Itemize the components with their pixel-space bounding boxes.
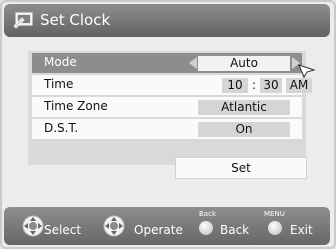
pointer-cursor-icon bbox=[298, 64, 316, 78]
mode-value[interactable]: Auto bbox=[198, 56, 290, 71]
button-guide-bar: Select Operate Back Back MENU Exit bbox=[4, 207, 330, 245]
setting-row-time[interactable]: Time 10 : 30 AM bbox=[32, 75, 312, 95]
setting-label: Time Zone bbox=[44, 99, 108, 113]
guide-label: Select bbox=[44, 223, 82, 237]
time-separator: : bbox=[252, 78, 257, 92]
time-zone-value[interactable]: Atlantic bbox=[198, 100, 290, 115]
menu-key-label: MENU bbox=[264, 210, 285, 218]
setting-label: Time bbox=[44, 77, 74, 91]
exit-button-icon bbox=[268, 221, 282, 235]
dpad-operate-icon bbox=[103, 215, 125, 237]
guide-select: Select bbox=[22, 207, 92, 245]
setting-label: D.S.T. bbox=[44, 121, 79, 135]
dialog-header: Set Clock bbox=[4, 4, 330, 37]
page-title: Set Clock bbox=[40, 11, 111, 29]
setting-row-mode[interactable]: Mode Auto bbox=[32, 53, 302, 73]
back-button-icon bbox=[199, 221, 213, 235]
time-ampm[interactable]: AM bbox=[286, 78, 312, 93]
setting-label: Mode bbox=[44, 55, 77, 69]
time-minute[interactable]: 30 bbox=[260, 78, 282, 93]
time-hour[interactable]: 10 bbox=[222, 78, 248, 93]
dpad-select-icon bbox=[22, 215, 44, 237]
back-key-label: Back bbox=[199, 210, 216, 218]
set-button[interactable]: Set bbox=[175, 157, 307, 179]
guide-operate: Operate bbox=[103, 207, 183, 245]
setting-row-time-zone[interactable]: Time Zone Atlantic bbox=[32, 97, 302, 117]
guide-label: Exit bbox=[290, 223, 313, 237]
guide-label: Operate bbox=[134, 223, 183, 237]
setting-row-dst[interactable]: D.S.T. On bbox=[32, 119, 302, 139]
guide-exit: MENU Exit bbox=[263, 207, 323, 245]
left-arrow-icon[interactable] bbox=[189, 57, 197, 69]
guide-label: Back bbox=[220, 223, 250, 237]
guide-back: Back Back bbox=[198, 207, 258, 245]
clock-settings-icon bbox=[13, 12, 33, 29]
dst-value[interactable]: On bbox=[198, 122, 290, 137]
